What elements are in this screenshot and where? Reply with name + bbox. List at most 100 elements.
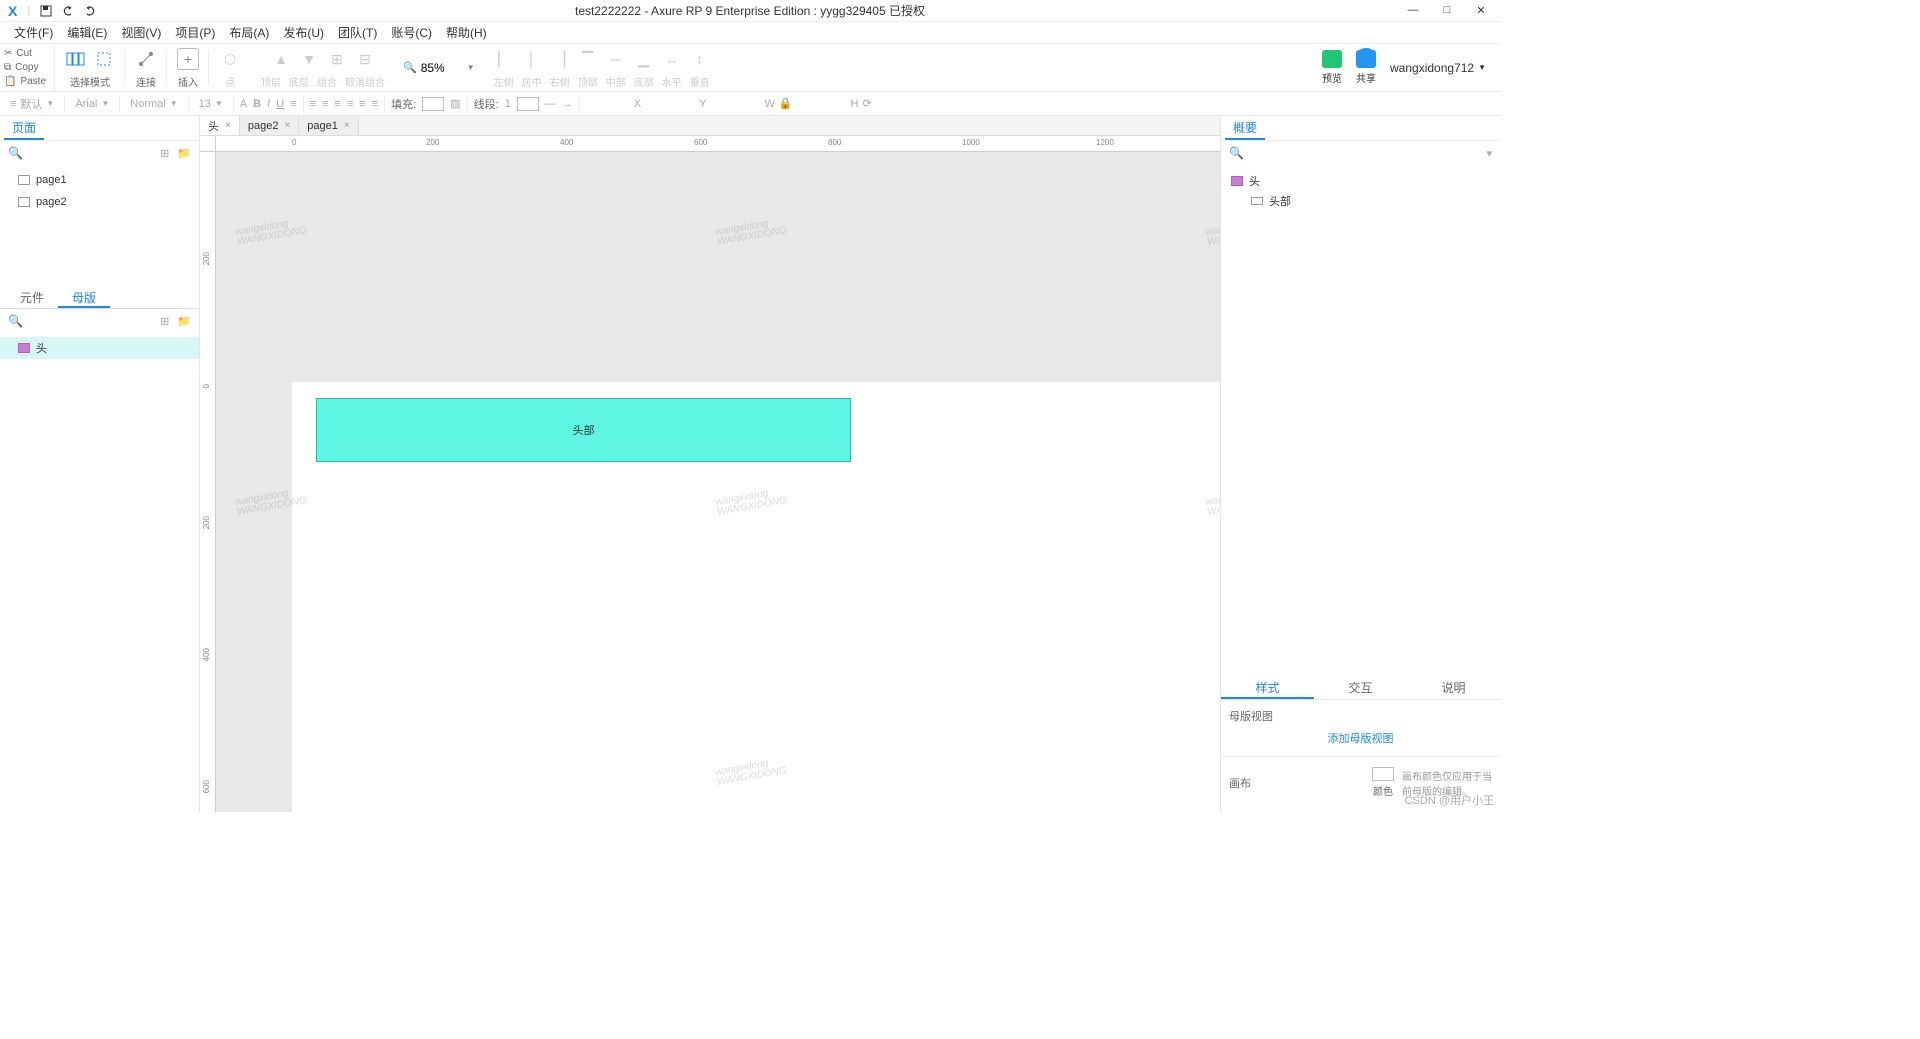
- bold-icon[interactable]: B: [253, 98, 261, 110]
- close-tab-icon[interactable]: ×: [344, 120, 350, 131]
- bottom-layer-icon: ▼: [298, 48, 320, 70]
- align-bottom-icon: ▁: [633, 48, 655, 70]
- add-page-icon[interactable]: ⊞: [160, 147, 169, 160]
- master-icon: [18, 343, 30, 353]
- menu-account[interactable]: 账号(C): [385, 22, 438, 43]
- close-icon[interactable]: ✕: [1474, 4, 1488, 17]
- pages-search[interactable]: 🔍 ⊞📁: [0, 141, 199, 165]
- fill-label: 填充:: [391, 96, 416, 112]
- tab-style[interactable]: 样式: [1221, 674, 1314, 699]
- menu-help[interactable]: 帮助(H): [440, 22, 493, 43]
- color-icon[interactable]: A: [240, 98, 247, 110]
- add-folder-icon[interactable]: 📁: [177, 315, 191, 328]
- connect-icon[interactable]: [135, 48, 157, 70]
- tab-notes[interactable]: 说明: [1407, 674, 1500, 699]
- rotate-icon[interactable]: ⟳: [862, 97, 871, 110]
- minimize-icon[interactable]: —: [1406, 4, 1420, 17]
- align-center-icon: │: [521, 48, 543, 70]
- paste-button[interactable]: 📋Paste: [4, 74, 50, 88]
- shape-header[interactable]: 头部: [316, 398, 851, 462]
- masters-search[interactable]: 🔍 ⊞ 📁: [0, 309, 199, 333]
- align-center-text-icon[interactable]: ≡: [322, 98, 328, 110]
- left-panel: 页面 🔍 ⊞ 📁 page1 page2 元件 母版 🔍 ⊞ 📁 头: [0, 116, 200, 812]
- italic-icon[interactable]: I: [267, 98, 270, 110]
- app-logo: X: [8, 3, 17, 19]
- user-menu[interactable]: wangxidong712▼: [1390, 61, 1486, 75]
- copy-button[interactable]: ⧉Copy: [4, 60, 50, 74]
- canvas-tab-page1[interactable]: page1×: [299, 116, 358, 135]
- line-width[interactable]: 1: [505, 98, 511, 110]
- copy-icon: ⧉: [4, 62, 11, 73]
- tab-interactions[interactable]: 交互: [1314, 674, 1407, 699]
- lock-icon[interactable]: 🔒: [779, 97, 793, 110]
- redo-icon[interactable]: [84, 5, 96, 17]
- close-tab-icon[interactable]: ×: [225, 120, 231, 131]
- underline-icon[interactable]: U: [276, 98, 284, 110]
- zoom-control[interactable]: 🔍 ▼: [395, 44, 483, 91]
- size-w-input[interactable]: [720, 98, 760, 110]
- page-area[interactable]: 头部 wangxidongWANGXIDONG wangxidongWANGXI…: [216, 152, 1220, 812]
- align-top-text-icon[interactable]: ≡: [347, 98, 353, 110]
- search-icon: 🔍: [8, 314, 23, 328]
- menu-view[interactable]: 视图(V): [115, 22, 167, 43]
- outline-search[interactable]: 🔍 ▾: [1221, 141, 1500, 165]
- size-select[interactable]: 13▼: [195, 98, 227, 110]
- chevron-down-icon[interactable]: ▼: [467, 63, 475, 72]
- canvas-tab-page2[interactable]: page2×: [240, 116, 299, 135]
- pos-y-input[interactable]: [655, 98, 695, 110]
- fill-image-icon[interactable]: ▨: [450, 97, 460, 110]
- menu-project[interactable]: 项目(P): [169, 22, 221, 43]
- align-group: ▏ │ ▕ ▔ ─ ▁ ↔ ↕ 左侧 居中 右侧 顶部 中部 底部 水平 垂直: [483, 44, 721, 91]
- canvas[interactable]: 0 200 400 600 800 1000 1200 200 0 200 40…: [200, 136, 1220, 812]
- size-h-input[interactable]: [807, 98, 847, 110]
- insert-icon[interactable]: +: [177, 48, 199, 70]
- align-left-icon: ▏: [493, 48, 515, 70]
- page-item-page1[interactable]: page1: [0, 169, 199, 191]
- menu-file[interactable]: 文件(F): [8, 22, 59, 43]
- align-mid-text-icon[interactable]: ≡: [359, 98, 365, 110]
- cut-button[interactable]: ✂Cut: [4, 46, 50, 60]
- line-style-icon[interactable]: —: [545, 98, 556, 110]
- align-right-text-icon[interactable]: ≡: [334, 98, 340, 110]
- align-bot-text-icon[interactable]: ≡: [372, 98, 378, 110]
- master-item-head[interactable]: 头: [0, 337, 199, 359]
- bullets-icon[interactable]: ≡: [290, 98, 296, 110]
- page-item-page2[interactable]: page2: [0, 191, 199, 213]
- masters-tab[interactable]: 母版: [58, 285, 110, 308]
- select-contained-icon[interactable]: [93, 48, 115, 70]
- canvas-color-swatch[interactable]: [1372, 767, 1394, 781]
- zoom-input[interactable]: [421, 61, 463, 75]
- maximize-icon[interactable]: □: [1440, 4, 1454, 17]
- select-mode-icon[interactable]: [65, 48, 87, 70]
- menu-team[interactable]: 团队(T): [332, 22, 383, 43]
- menu-publish[interactable]: 发布(U): [277, 22, 330, 43]
- widgets-tab[interactable]: 元件: [6, 285, 58, 308]
- preview-icon: [1322, 50, 1342, 68]
- outline-title[interactable]: 概要: [1225, 116, 1265, 140]
- menu-layout[interactable]: 布局(A): [223, 22, 275, 43]
- outline-item-head[interactable]: 头: [1221, 171, 1500, 191]
- weight-select[interactable]: Normal▼: [126, 98, 181, 110]
- close-tab-icon[interactable]: ×: [284, 120, 290, 131]
- line-swatch[interactable]: [517, 97, 539, 111]
- preview-button[interactable]: 预览: [1322, 50, 1342, 85]
- cut-icon: ✂: [4, 48, 12, 59]
- share-button[interactable]: 共享: [1356, 50, 1376, 85]
- fill-swatch[interactable]: [422, 97, 444, 111]
- add-folder-icon[interactable]: 📁: [177, 147, 191, 160]
- filter-icon[interactable]: ▾: [1486, 147, 1492, 160]
- canvas-column: 头× page2× page1× 0 200 400 600 800 1000 …: [200, 116, 1220, 812]
- add-master-icon[interactable]: ⊞: [160, 315, 169, 328]
- align-left-text-icon[interactable]: ≡: [310, 98, 316, 110]
- pages-panel-title[interactable]: 页面: [4, 116, 44, 140]
- pos-x-input[interactable]: [590, 98, 630, 110]
- save-icon[interactable]: [40, 5, 52, 17]
- outline-item-header-shape[interactable]: 头部: [1221, 191, 1500, 211]
- undo-icon[interactable]: [62, 5, 74, 17]
- menu-edit[interactable]: 编辑(E): [61, 22, 113, 43]
- style-select[interactable]: ≡默认▼: [6, 96, 58, 112]
- font-select[interactable]: Arial▼: [71, 98, 113, 110]
- arrow-icon[interactable]: →: [562, 98, 573, 110]
- canvas-tab-head[interactable]: 头×: [200, 116, 240, 135]
- add-master-view-link[interactable]: 添加母版视图: [1229, 724, 1492, 752]
